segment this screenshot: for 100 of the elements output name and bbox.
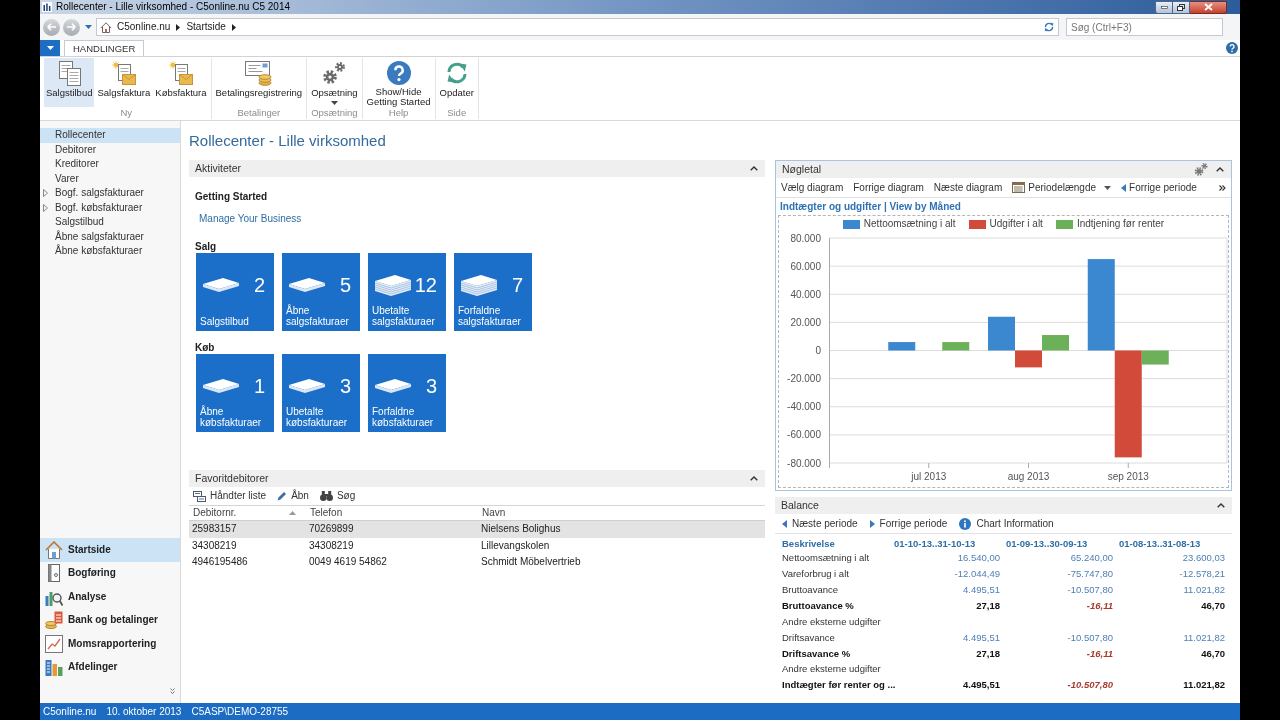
activity-tile[interactable]: 1 Åbne købsfakturaer bbox=[196, 354, 274, 432]
row-label: Andre eksterne udgifter bbox=[782, 664, 881, 674]
documents-icon bbox=[57, 60, 82, 86]
restore-button[interactable] bbox=[1173, 0, 1190, 14]
column-header[interactable]: Debitornr. bbox=[193, 508, 237, 518]
restore-icon bbox=[1177, 3, 1185, 11]
row-label: Driftsavance % bbox=[782, 648, 851, 659]
nav-item[interactable]: Kreditorer bbox=[40, 157, 180, 172]
paper-sheet-icon bbox=[201, 277, 241, 293]
nav-item[interactable]: Varer bbox=[40, 171, 180, 186]
department-item[interactable]: Bogføring bbox=[40, 561, 180, 585]
department-item[interactable]: Momsrapportering bbox=[40, 632, 180, 656]
table-row[interactable]: 25983157 70269899 Nielsens Bolighus bbox=[189, 521, 765, 538]
column-header: Beskrivelse bbox=[782, 538, 835, 549]
department-item[interactable]: Afdelinger bbox=[40, 655, 180, 679]
toolbar-button[interactable]: Næste diagram bbox=[933, 182, 1003, 193]
application-menu-button[interactable] bbox=[40, 40, 60, 56]
toolbar-button[interactable]: Forrige periode bbox=[869, 518, 948, 529]
double-chevron-right-icon[interactable] bbox=[1219, 184, 1226, 191]
nav-item[interactable]: Åbne købsfakturaer bbox=[40, 244, 180, 259]
axis-tick-label: -20.000 bbox=[787, 373, 821, 385]
department-item[interactable]: Bank og betalinger bbox=[40, 608, 180, 632]
column-header[interactable]: Navn bbox=[482, 508, 506, 518]
caret-up-icon[interactable] bbox=[750, 476, 758, 481]
status-text: 10. oktober 2013 bbox=[106, 706, 182, 717]
book-icon bbox=[45, 564, 63, 583]
nav-item[interactable]: Bogf. købsfakturaer bbox=[40, 200, 180, 215]
caret-down-icon[interactable] bbox=[85, 25, 92, 29]
caret-up-icon[interactable] bbox=[1216, 167, 1224, 172]
ribbon-button[interactable]: Salgsfaktura bbox=[95, 58, 153, 107]
department-item[interactable]: Startside bbox=[40, 538, 180, 562]
caret-up-icon[interactable] bbox=[750, 166, 758, 171]
caret-up-icon[interactable] bbox=[1217, 503, 1225, 508]
document-envelope-icon bbox=[111, 61, 136, 85]
department-item[interactable]: Analyse bbox=[40, 585, 180, 609]
table-cell: 4.495,51 bbox=[963, 584, 1000, 595]
app-logo-icon bbox=[42, 2, 52, 12]
double-chevron-down-icon[interactable] bbox=[170, 688, 175, 694]
column-header[interactable]: Telefon bbox=[310, 508, 343, 518]
chart-title[interactable]: Indtægter og udgifter | View by Måned bbox=[780, 201, 961, 212]
nav-item[interactable]: Debitorer bbox=[40, 142, 180, 157]
breadcrumb-item[interactable]: C5online.nu bbox=[117, 22, 171, 32]
table-cell: 16.540,00 bbox=[957, 553, 1000, 563]
legend-label: Nettoomsætning i alt bbox=[863, 219, 956, 229]
nav-item[interactable]: Åbne salgsfakturaer bbox=[40, 229, 180, 244]
table-cell: 34308219 bbox=[309, 540, 354, 551]
toolbar-button[interactable]: Håndter liste bbox=[193, 490, 267, 502]
table-row[interactable]: 34308219 34308219 Lillevangskolen bbox=[189, 537, 765, 554]
row-label: Vareforbrug i alt bbox=[782, 569, 849, 579]
toolbar-button[interactable]: Næste periode bbox=[782, 518, 858, 529]
table-cell: -10.507,80 bbox=[1067, 632, 1113, 643]
activity-tile[interactable]: 5 Åbne salgsfakturaer bbox=[282, 253, 360, 331]
nav-item[interactable]: Bogf. salgsfakturaer bbox=[40, 186, 180, 201]
address-field[interactable]: C5online.nu Startside bbox=[96, 18, 1059, 36]
table-cell: 46,70 bbox=[1201, 600, 1225, 611]
toolbar-button[interactable]: Periodelængde bbox=[1012, 182, 1112, 193]
link[interactable]: Manage Your Business bbox=[199, 213, 302, 224]
table-cell: 11.021,82 bbox=[1183, 632, 1225, 643]
activity-tile[interactable]: 7 Forfaldne salgsfakturaer bbox=[454, 253, 532, 331]
nav-item[interactable]: Rollecenter bbox=[40, 128, 180, 143]
minimize-button[interactable] bbox=[1155, 0, 1173, 14]
ribbon-button[interactable]: Opsætning bbox=[309, 58, 360, 107]
help-icon[interactable] bbox=[1226, 42, 1238, 54]
minimize-icon bbox=[1160, 5, 1168, 9]
settings-icon[interactable] bbox=[1194, 163, 1208, 176]
toolbar-button[interactable]: Chart Information bbox=[959, 517, 1054, 530]
table-cell: Nielsens Bolighus bbox=[481, 524, 561, 535]
toolbar-button[interactable]: Åbn bbox=[277, 491, 309, 501]
ribbon-button[interactable]: Betalingsregistrering bbox=[213, 58, 305, 107]
search-field[interactable]: Søg (Ctrl+F3) bbox=[1066, 18, 1223, 36]
pencil-icon bbox=[277, 491, 288, 501]
help-icon bbox=[386, 60, 411, 85]
right-triangle-icon bbox=[869, 519, 875, 528]
close-button[interactable] bbox=[1190, 0, 1227, 14]
paper-sheet-icon bbox=[287, 378, 327, 394]
axis-tick-label: -80.000 bbox=[787, 457, 821, 469]
ribbon-button[interactable]: Opdater bbox=[437, 58, 476, 107]
activity-tile[interactable]: 3 Forfaldne købsfakturaer bbox=[368, 354, 446, 432]
activity-tile[interactable]: 12 Ubetalte salgsfakturaer bbox=[368, 253, 446, 331]
table-row[interactable]: 4946195486 0049 4619 54862 Schmidt Möbelvertrieb bbox=[189, 554, 765, 571]
activity-tile[interactable]: 2 Salgstilbud bbox=[196, 253, 274, 331]
chart-bar bbox=[888, 342, 916, 351]
toolbar-button[interactable]: Forrige periode bbox=[1121, 182, 1197, 193]
nav-item[interactable]: Salgstilbud bbox=[40, 215, 180, 230]
ribbon-button[interactable]: Salgstilbud bbox=[44, 58, 95, 107]
table-cell: -75.747,80 bbox=[1067, 569, 1113, 579]
close-icon bbox=[1203, 3, 1213, 11]
refresh-icon[interactable] bbox=[1044, 22, 1054, 32]
chart-bar bbox=[1042, 335, 1069, 351]
ribbon-button[interactable]: Købsfaktura bbox=[153, 58, 209, 107]
ribbon-group-label: Side bbox=[447, 107, 467, 119]
activity-tile[interactable]: 3 Ubetalte købsfakturaer bbox=[282, 354, 360, 432]
toolbar-button[interactable]: Forrige diagram bbox=[853, 182, 924, 193]
ribbon-tab[interactable]: HANDLINGER bbox=[64, 40, 145, 56]
chart-bar bbox=[942, 342, 970, 351]
breadcrumb-item[interactable]: Startside bbox=[186, 22, 226, 32]
axis-tick-label: 0 bbox=[815, 345, 821, 356]
ribbon-button[interactable]: Show/Hide Getting Started bbox=[364, 58, 433, 107]
toolbar-button[interactable]: Vælg diagram bbox=[781, 182, 844, 193]
toolbar-button[interactable]: Søg bbox=[319, 491, 356, 501]
